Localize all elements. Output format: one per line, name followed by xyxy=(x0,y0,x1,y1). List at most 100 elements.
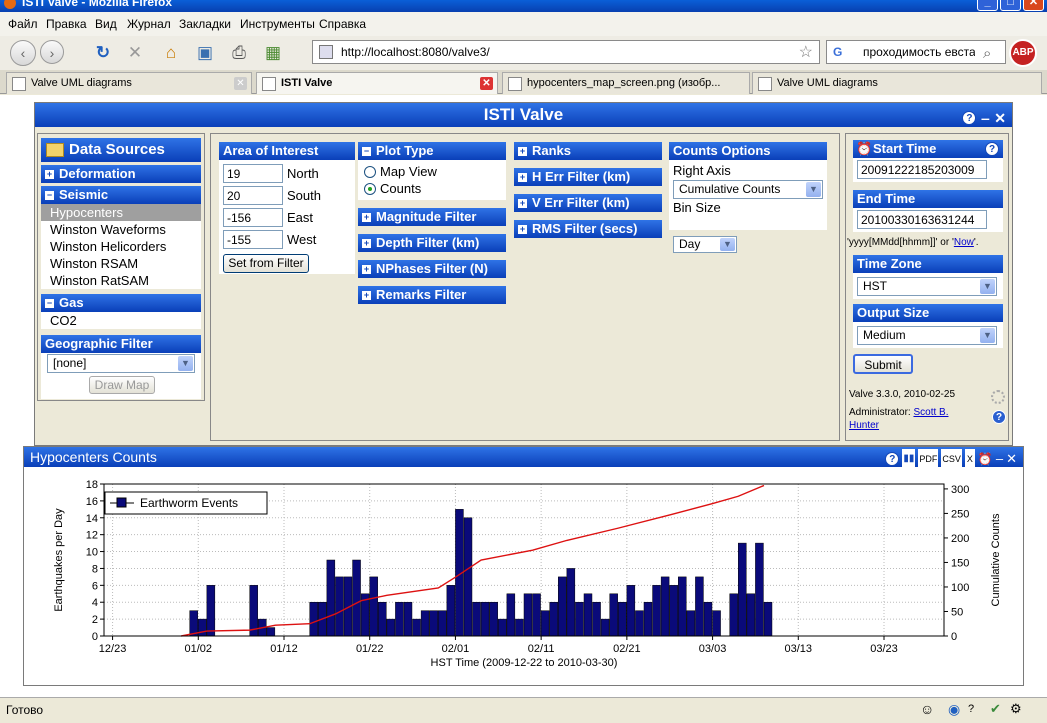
list-item-winston-waveforms[interactable]: Winston Waveforms xyxy=(41,221,201,238)
forward-button[interactable]: › xyxy=(40,40,64,64)
stop-icon[interactable]: ✕ xyxy=(124,42,146,64)
draw-map-button[interactable]: Draw Map xyxy=(89,376,155,394)
north-input[interactable] xyxy=(223,164,283,183)
search-bar[interactable]: G проходимость евстахи ⌕ xyxy=(826,40,1006,64)
chart-bar xyxy=(703,601,713,637)
menu-bookmarks[interactable]: Закладки xyxy=(179,17,231,31)
menu-view[interactable]: Вид xyxy=(95,17,117,31)
east-input[interactable] xyxy=(223,208,283,227)
tab-close-icon[interactable]: ✕ xyxy=(480,77,493,90)
print-icon[interactable]: ⎙ xyxy=(228,42,250,64)
plot-type-title: Plot Type xyxy=(376,143,434,158)
time-zone-title: Time Zone xyxy=(857,256,922,271)
pdf-export-button[interactable]: PDF xyxy=(918,449,939,469)
deformation-section[interactable]: + Deformation xyxy=(41,165,201,183)
area-of-interest-title: Area of Interest xyxy=(223,143,319,158)
chart-bar xyxy=(669,585,678,637)
bin-size-select[interactable]: Day ▼ xyxy=(673,236,737,253)
time-zone-select[interactable]: HST ▼ xyxy=(857,277,997,296)
maximize-button[interactable]: □ xyxy=(1000,0,1021,11)
minimize-icon[interactable]: ‒ xyxy=(996,449,1003,469)
screenshot-icon[interactable]: ▣ xyxy=(194,42,216,64)
xml-export-button[interactable]: X xyxy=(964,449,975,469)
rms-filter-header[interactable]: + RMS Filter (secs) xyxy=(514,220,662,238)
area-of-interest-body: North South East West Set from Filter xyxy=(219,160,355,274)
google-icon[interactable]: G xyxy=(833,45,855,59)
help-icon[interactable]: ? xyxy=(985,142,999,156)
list-item-winston-rsam[interactable]: Winston RSAM xyxy=(41,255,201,272)
back-button[interactable]: ‹ xyxy=(10,40,36,66)
close-icon[interactable]: ✕ xyxy=(994,106,1006,130)
adblock-icon[interactable]: ABP xyxy=(1009,39,1037,67)
list-item-co2[interactable]: CO2 xyxy=(41,312,201,329)
south-input[interactable] xyxy=(223,186,283,205)
tab-isti-valve[interactable]: ISTI Valve ✕ xyxy=(256,72,498,94)
list-item-winston-ratsam[interactable]: Winston RatSAM xyxy=(41,272,201,289)
help-icon[interactable]: ? xyxy=(992,410,1006,424)
menu-tools[interactable]: Инструменты xyxy=(240,17,315,31)
chart-bar xyxy=(609,593,618,637)
url-bar[interactable]: http://localhost:8080/valve3/ ☆ xyxy=(312,40,820,64)
list-item-winston-helicorders[interactable]: Winston Helicorders xyxy=(41,238,201,255)
chart-bar xyxy=(378,601,387,637)
tab-bar: Valve UML diagrams ✕ ISTI Valve ✕ hypoce… xyxy=(0,70,1047,94)
list-item-hypocenters[interactable]: Hypocenters xyxy=(41,204,201,221)
tab-valve-uml-1[interactable]: Valve UML diagrams ✕ xyxy=(6,72,252,94)
close-window-button[interactable]: ✕ xyxy=(1023,0,1044,11)
time-format-hint: 'yyyy[MMdd[hhmm]]' or 'Now'. xyxy=(847,237,979,248)
v-err-filter-header[interactable]: + V Err Filter (km) xyxy=(514,194,662,212)
bookmark-star-icon[interactable]: ☆ xyxy=(799,42,813,62)
addon-icon[interactable]: ▦ xyxy=(262,42,284,64)
geographic-filter-select[interactable]: [none] ▼ xyxy=(47,354,195,373)
minimize-button[interactable]: _ xyxy=(977,0,998,11)
help-icon[interactable]: ? xyxy=(962,111,977,125)
set-from-filter-button[interactable]: Set from Filter xyxy=(223,254,309,273)
tab-hypocenters-map[interactable]: hypocenters_map_screen.png (изобр... xyxy=(502,72,750,94)
ranks-header[interactable]: + Ranks xyxy=(514,142,662,160)
home-icon[interactable]: ⌂ xyxy=(160,42,182,64)
reload-icon[interactable]: ↻ xyxy=(92,42,114,64)
nphases-filter-header[interactable]: + NPhases Filter (N) xyxy=(358,260,506,278)
start-time-input[interactable] xyxy=(857,160,987,179)
collapse-icon: − xyxy=(362,146,371,156)
seismic-section[interactable]: − Seismic xyxy=(41,186,201,204)
right-axis-select[interactable]: Cumulative Counts ▼ xyxy=(673,180,823,199)
menu-edit[interactable]: Правка xyxy=(46,17,87,31)
menu-help[interactable]: Справка xyxy=(319,17,366,31)
menu-file[interactable]: Файл xyxy=(8,17,38,31)
tab-valve-uml-2[interactable]: Valve UML diagrams xyxy=(752,72,1042,94)
gas-list: CO2 xyxy=(41,312,201,329)
help-icon[interactable]: ? xyxy=(885,452,900,466)
geographic-filter-header: Geographic Filter xyxy=(41,335,201,353)
expand-icon: + xyxy=(362,212,371,222)
site-favicon xyxy=(319,45,333,59)
counts-option[interactable]: Counts xyxy=(364,181,421,196)
clock-icon[interactable]: ⏰ xyxy=(978,449,993,469)
area-of-interest-header: Area of Interest xyxy=(219,142,355,160)
remarks-filter-header[interactable]: + Remarks Filter xyxy=(358,286,506,304)
plot-type-header[interactable]: − Plot Type xyxy=(358,142,506,160)
map-view-option[interactable]: Map View xyxy=(364,164,437,179)
close-icon[interactable]: ✕ xyxy=(1006,449,1017,469)
gas-section[interactable]: − Gas xyxy=(41,294,201,312)
x-tick-label: 01/02 xyxy=(185,643,213,655)
tab-close-icon[interactable]: ✕ xyxy=(234,77,247,90)
end-time-input[interactable] xyxy=(857,210,987,229)
y-tick-label: 4 xyxy=(92,597,98,609)
now-link[interactable]: Now xyxy=(954,237,974,248)
depth-filter-header[interactable]: + Depth Filter (km) xyxy=(358,234,506,252)
csv-export-button[interactable]: CSV xyxy=(941,449,962,469)
west-input[interactable] xyxy=(223,230,283,249)
search-icon[interactable]: ⌕ xyxy=(983,45,1003,62)
bookmark-icon[interactable]: ▮▮ xyxy=(902,449,916,469)
minimize-icon[interactable]: ‒ xyxy=(981,106,989,130)
end-time-body xyxy=(853,208,1003,232)
chart-bar xyxy=(198,618,207,637)
y-tick-label: 16 xyxy=(86,496,98,508)
output-size-select[interactable]: Medium ▼ xyxy=(857,326,997,345)
h-err-filter-header[interactable]: + H Err Filter (km) xyxy=(514,168,662,186)
magnitude-filter-header[interactable]: + Magnitude Filter xyxy=(358,208,506,226)
submit-button[interactable]: Submit xyxy=(853,354,913,374)
menu-history[interactable]: Журнал xyxy=(127,17,171,31)
expand-icon: + xyxy=(362,290,371,300)
